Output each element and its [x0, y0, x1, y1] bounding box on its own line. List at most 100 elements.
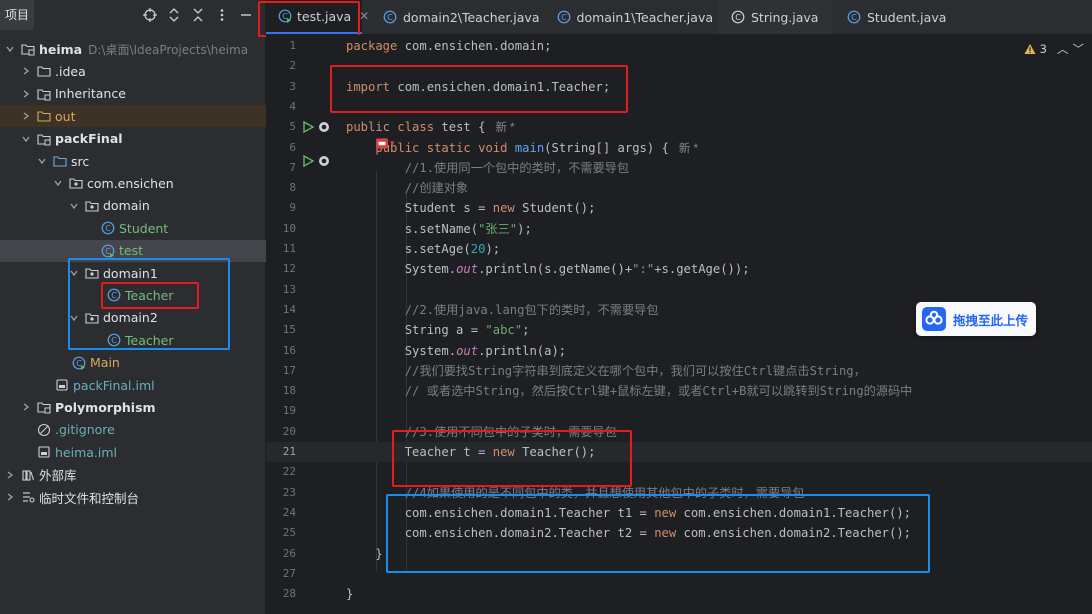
code-line[interactable]: 13 [266, 280, 1092, 300]
debug-icon[interactable] [318, 121, 330, 133]
chevron-down-icon[interactable] [35, 154, 49, 168]
tab-string-java[interactable]: C String.java [718, 0, 832, 34]
chevron-right-icon[interactable] [19, 64, 33, 78]
tree-item-label: 外部库 [39, 468, 77, 484]
code-line[interactable]: 3 import com.ensichen.domain1.Teacher; [266, 77, 1092, 97]
tree-item-com-ensichen[interactable]: com.ensichen [0, 172, 306, 194]
code-line[interactable]: 11 s.setAge(20); [266, 239, 1092, 259]
line-number: 20 [282, 424, 296, 438]
code-line[interactable]: 8 //创建对象 [266, 178, 1092, 198]
run-icon[interactable] [302, 121, 314, 133]
code-line[interactable]: 7 //1.使用同一个包中的类时，不需要导包 [266, 158, 1092, 178]
line-number: 25 [282, 526, 296, 540]
close-icon[interactable]: ✕ [359, 9, 369, 23]
tree-item-out[interactable]: out [0, 105, 284, 128]
code-text: package com.ensichen.domain; [346, 39, 552, 53]
inlay-hint[interactable]: 新 * [679, 143, 698, 155]
code-line[interactable]: 4 [266, 97, 1092, 117]
tree-item-external-libraries[interactable]: 外部库 [0, 464, 258, 486]
code-line[interactable]: 10 s.setName("张三"); [266, 219, 1092, 239]
chevron-down-icon[interactable] [67, 266, 81, 280]
runnable-class-icon: C [100, 243, 116, 259]
tab-test-java[interactable]: C test.java ✕ [266, 0, 369, 34]
code-line[interactable]: 12 System.out.println(s.getName()+":"+s.… [266, 259, 1092, 279]
expand-all-icon[interactable] [166, 7, 182, 23]
chevron-right-icon[interactable] [3, 490, 17, 504]
code-line[interactable]: 24 com.ensichen.domain1.Teacher t1 = new… [266, 503, 1092, 523]
chevron-down-icon[interactable] [67, 311, 81, 325]
code-text: public class test {新 * [346, 120, 515, 135]
code-line[interactable]: 17 //我们要找String字符串到底定义在哪个包中，我们可以按住Ctrl键点… [266, 361, 1092, 381]
code-line[interactable]: 9 Student s = new Student(); [266, 198, 1092, 218]
code-line[interactable]: 19 [266, 401, 1092, 421]
chevron-right-icon[interactable] [19, 400, 33, 414]
ai-hint-icon[interactable]: ▾ [376, 138, 395, 149]
code-text: com.ensichen.domain1.Teacher t1 = new co… [346, 505, 912, 520]
code-line[interactable]: 23 //4如果使用的是不同包中的类，并且想使用其他包中的子类时，需要导包 [266, 483, 1092, 503]
upload-widget[interactable]: 拖拽至此上传 [916, 302, 1036, 336]
tab-domain2-teacher[interactable]: C domain2\Teacher.java [370, 0, 540, 34]
tree-item-inheritance[interactable]: Inheritance [0, 83, 274, 105]
code-line[interactable]: 26 } [266, 544, 1092, 564]
library-class-icon: C [730, 9, 746, 25]
tab-student-java[interactable]: C Student.java [834, 0, 954, 34]
svg-text:C: C [387, 13, 393, 22]
code-line[interactable]: 16 System.out.println(a); [266, 341, 1092, 361]
hide-panel-icon[interactable] [238, 7, 254, 23]
tree-item-polymorphism[interactable]: Polymorphism [0, 396, 274, 418]
upload-label: 拖拽至此上传 [953, 312, 1029, 328]
code-line[interactable]: 27 [266, 564, 1092, 584]
code-line[interactable]: 22 [266, 462, 1092, 482]
tree-item-packfinal[interactable]: packFinal [0, 128, 274, 150]
iml-file-icon [36, 444, 52, 460]
chevron-right-icon[interactable] [19, 109, 33, 123]
options-menu-icon[interactable] [214, 7, 230, 23]
tree-item-packfinal-iml[interactable]: packFinal.iml [0, 374, 309, 396]
code-line[interactable]: 21 Teacher t = new Teacher(); [266, 442, 1092, 463]
class-icon: C [100, 220, 116, 236]
code-text: Student s = new Student(); [346, 201, 596, 216]
tree-item-label: .gitignore [55, 422, 115, 438]
project-panel-title[interactable]: 项目 [0, 0, 34, 30]
line-number: 19 [282, 404, 296, 418]
iml-file-icon [54, 377, 70, 393]
tab-domain1-teacher[interactable]: C domain1\Teacher.java [545, 0, 713, 34]
code-line[interactable]: 18 // 或者选中String，然后按Ctrl键+鼠标左键，或者Ctrl+B就… [266, 381, 1092, 401]
collapse-all-icon[interactable] [190, 7, 206, 23]
code-line[interactable]: 28} [266, 584, 1092, 604]
tab-label: domain2\Teacher.java [403, 9, 540, 25]
chevron-down-icon[interactable] [51, 176, 65, 190]
code-text: //3.使用不同包中的子类时，需要导包 [346, 424, 617, 439]
chevron-down-icon[interactable] [67, 199, 81, 213]
inlay-hint[interactable]: 新 * [495, 122, 514, 134]
code-line[interactable]: 5 public class test {新 * [266, 117, 1092, 137]
svg-text:C: C [735, 13, 741, 22]
chevron-down-icon[interactable] [3, 42, 17, 56]
chevron-right-icon[interactable] [19, 87, 33, 101]
line-number: 6 [289, 140, 296, 154]
code-line[interactable]: 2 [266, 56, 1092, 76]
chevron-down-icon[interactable] [19, 132, 33, 146]
tree-item-heima-iml[interactable]: heima.iml [0, 441, 291, 463]
code-line[interactable]: 20 //3.使用不同包中的子类时，需要导包 [266, 422, 1092, 442]
run-icon[interactable] [302, 155, 314, 167]
code-text: //创建对象 [346, 181, 469, 196]
tree-item-idea[interactable]: .idea [0, 60, 274, 82]
tree-item-scratches[interactable]: 临时文件和控制台 [0, 486, 258, 508]
tree-item-heima[interactable]: heima D:\桌面\IdeaProjects\heima [0, 38, 258, 60]
tree-item-label: 临时文件和控制台 [39, 490, 140, 506]
locate-icon[interactable] [142, 7, 158, 23]
tree-item-label: Polymorphism [55, 399, 156, 415]
code-line[interactable]: 1 package com.ensichen.domain; [266, 36, 1092, 56]
svg-text:C: C [111, 291, 117, 300]
chevron-down-icon[interactable]: ▾ [390, 139, 395, 149]
code-line[interactable]: 25 com.ensichen.domain2.Teacher t2 = new… [266, 523, 1092, 543]
code-text: s.setName("张三"); [346, 221, 532, 236]
chevron-right-icon[interactable] [3, 468, 17, 482]
package-icon [84, 265, 100, 281]
cloud-upload-icon [922, 307, 946, 331]
tree-item-gitignore[interactable]: .gitignore [0, 419, 291, 441]
line-number: 22 [282, 465, 296, 479]
debug-icon[interactable] [318, 155, 330, 167]
tree-item-src[interactable]: src [0, 150, 290, 172]
